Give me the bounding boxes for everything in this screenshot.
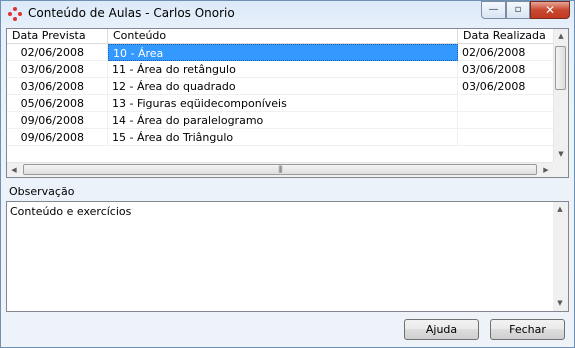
cell-conteudo: 14 - Área do paralelogramo xyxy=(108,112,458,129)
observacao-textarea[interactable]: Conteúdo e exercícios ▲ ▼ xyxy=(6,201,569,312)
table-row[interactable]: 02/06/2008 10 - Área 02/06/2008 xyxy=(7,44,555,61)
cell-data-realizada xyxy=(458,112,555,129)
scroll-down-arrow-icon[interactable]: ▼ xyxy=(554,147,568,162)
column-header-conteudo[interactable]: Conteúdo xyxy=(108,29,458,43)
column-header-data-realizada[interactable]: Data Realizada xyxy=(458,29,555,43)
observacao-scrollbar[interactable]: ▲ ▼ xyxy=(553,202,568,311)
table-horizontal-scrollbar[interactable]: ◀ ||| ▶ xyxy=(7,162,555,177)
cell-conteudo: 10 - Área xyxy=(108,44,458,61)
cell-data-realizada: 03/06/2008 xyxy=(458,78,555,95)
app-icon xyxy=(8,7,22,21)
cell-conteudo: 15 - Área do Triângulo xyxy=(108,129,458,146)
scrollbar-corner xyxy=(553,162,568,177)
table-row[interactable]: 09/06/2008 15 - Área do Triângulo xyxy=(7,129,555,146)
scroll-left-arrow-icon[interactable]: ◀ xyxy=(7,163,21,177)
table-row[interactable]: 03/06/2008 11 - Área do retângulo 03/06/… xyxy=(7,61,555,78)
cell-data-realizada: 03/06/2008 xyxy=(458,61,555,78)
minimize-button[interactable]: — xyxy=(481,1,506,19)
cell-data-prevista: 03/06/2008 xyxy=(7,78,108,95)
scroll-right-arrow-icon[interactable]: ▶ xyxy=(539,163,553,177)
cell-data-realizada xyxy=(458,95,555,112)
close-button[interactable]: Fechar xyxy=(490,319,565,340)
table-row[interactable]: 03/06/2008 12 - Área do quadrado 03/06/2… xyxy=(7,78,555,95)
cell-conteudo: 13 - Figuras eqüidecomponíveis xyxy=(108,95,458,112)
maximize-button[interactable]: ▫ xyxy=(506,1,530,19)
cell-data-prevista: 05/06/2008 xyxy=(7,95,108,112)
horizontal-scroll-thumb[interactable]: ||| xyxy=(23,164,537,175)
table-vertical-scrollbar[interactable]: ▲ ▼ xyxy=(553,29,568,162)
scroll-down-arrow-icon[interactable]: ▼ xyxy=(553,296,567,311)
lessons-table[interactable]: Data Prevista Conteúdo Data Realizada 02… xyxy=(6,28,569,178)
observacao-label: Observação xyxy=(9,185,75,198)
cell-data-realizada xyxy=(458,129,555,146)
cell-data-realizada: 02/06/2008 xyxy=(458,44,555,61)
cell-conteudo: 11 - Área do retângulo xyxy=(108,61,458,78)
column-header-data-prevista[interactable]: Data Prevista xyxy=(7,29,108,43)
table-row[interactable]: 05/06/2008 13 - Figuras eqüidecomponívei… xyxy=(7,95,555,112)
table-header: Data Prevista Conteúdo Data Realizada xyxy=(7,29,555,44)
table-row[interactable]: 09/06/2008 14 - Área do paralelogramo xyxy=(7,112,555,129)
close-window-button[interactable]: ✕ xyxy=(530,1,570,19)
title-bar[interactable]: Conteúdo de Aulas - Carlos Onorio — ▫ ✕ xyxy=(1,1,574,27)
vertical-scroll-thumb[interactable] xyxy=(555,46,566,90)
window-title: Conteúdo de Aulas - Carlos Onorio xyxy=(28,6,235,20)
cell-data-prevista: 03/06/2008 xyxy=(7,61,108,78)
observacao-text: Conteúdo e exercícios xyxy=(10,205,132,218)
dialog-window: Conteúdo de Aulas - Carlos Onorio — ▫ ✕ … xyxy=(0,0,575,348)
help-button[interactable]: Ajuda xyxy=(404,319,479,340)
cell-data-prevista: 02/06/2008 xyxy=(7,44,108,61)
scroll-up-arrow-icon[interactable]: ▲ xyxy=(554,29,568,44)
cell-data-prevista: 09/06/2008 xyxy=(7,129,108,146)
cell-data-prevista: 09/06/2008 xyxy=(7,112,108,129)
cell-conteudo: 12 - Área do quadrado xyxy=(108,78,458,95)
scroll-up-arrow-icon[interactable]: ▲ xyxy=(553,202,567,217)
